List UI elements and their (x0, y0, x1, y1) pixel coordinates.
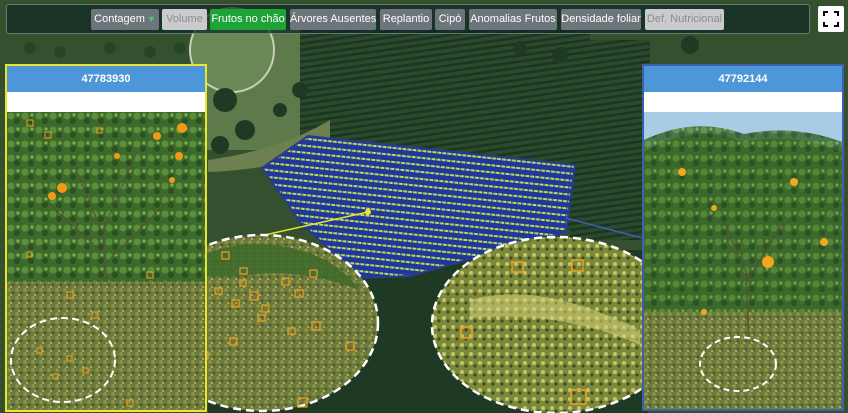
fullscreen-button[interactable] (818, 6, 844, 32)
replantio-button[interactable]: Replantio (380, 9, 432, 30)
photo-caption-area-left (7, 92, 205, 112)
volume-button[interactable]: Volume (162, 9, 207, 30)
fullscreen-icon (823, 11, 839, 27)
photo-panel-right[interactable]: 47792144 (642, 64, 844, 411)
photo-caption-area-right (644, 92, 842, 112)
photo-id-right: 47792144 (644, 66, 842, 92)
chevron-down-icon: ▼ (146, 14, 156, 24)
photo-panel-left[interactable]: 47783930 (5, 64, 207, 412)
tree-photo-right (644, 112, 842, 409)
contagem-dropdown-button[interactable]: Contagem ▼ (91, 9, 159, 30)
anomalias-frutos-button[interactable]: Anomalias Frutos (469, 9, 557, 30)
cipo-button[interactable]: Cipó (435, 9, 465, 30)
arvores-ausentes-button[interactable]: Árvores Ausentes (290, 9, 376, 30)
left-photo-location-marker[interactable] (365, 209, 371, 215)
photo-id-left: 47783930 (7, 66, 205, 92)
analysis-toolbar: Contagem ▼ Volume Frutos no chão Árvores … (6, 4, 810, 34)
densidade-foliar-button[interactable]: Densidade foliar (561, 9, 641, 30)
tree-photo-left (7, 112, 205, 410)
contagem-label: Contagem (94, 13, 145, 25)
frutos-no-chao-button[interactable]: Frutos no chão (210, 9, 286, 30)
def-nutricional-button[interactable]: Def. Nutricional (645, 9, 724, 30)
